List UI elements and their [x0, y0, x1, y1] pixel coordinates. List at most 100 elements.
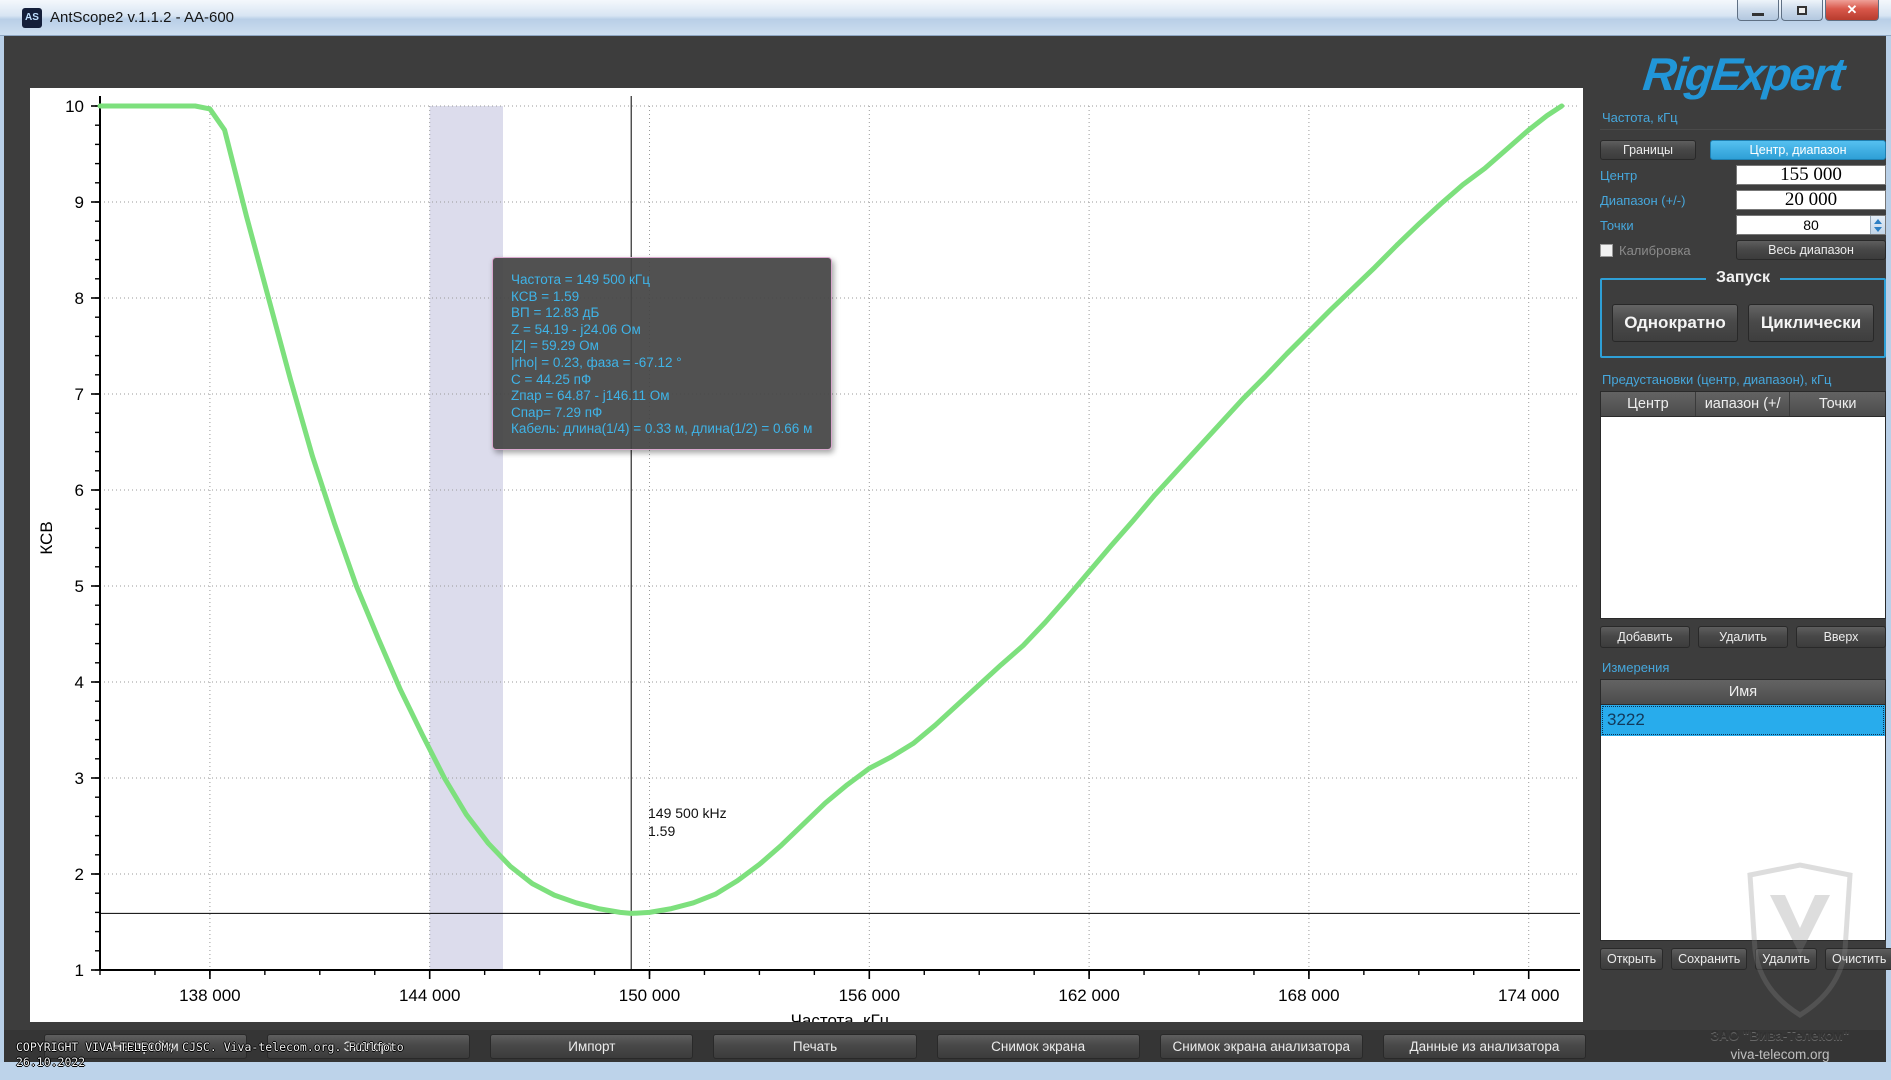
points-label: Точки [1600, 218, 1634, 233]
tab-label: Z=R||+jX [29, 49, 69, 82]
svg-text:5: 5 [75, 577, 84, 596]
cursor-frequency-label: 149 500 kHz [648, 804, 727, 822]
frequency-section-title: Частота, кГц [1602, 110, 1884, 125]
measurement-row[interactable]: 3222 [1601, 705, 1885, 736]
tooltip-line: Частота = 149 500 кГц [511, 272, 831, 289]
full-range-button[interactable]: Весь диапазон [1736, 240, 1886, 260]
tooltip-line: |Z| = 59.29 Ом [511, 338, 831, 355]
tab-label: Z=R+jX [26, 49, 66, 82]
toolbar-button[interactable]: Печать [713, 1034, 916, 1059]
column-header[interactable]: Точки [1790, 392, 1885, 416]
svg-text:174 000: 174 000 [1498, 986, 1559, 1005]
run-group: Запуск Однократно Циклически [1600, 278, 1886, 358]
copyright-line1: COPYRIGHT VIVA-TELECOM, CJSC. Viva-telec… [16, 1040, 404, 1055]
span-label: Диапазон (+/-) [1600, 193, 1685, 208]
calibration-checkbox[interactable] [1600, 244, 1613, 257]
column-header[interactable]: иапазон (+/ [1696, 392, 1791, 416]
svg-text:1: 1 [75, 961, 84, 980]
svg-text:10: 10 [65, 97, 84, 116]
measurement-button[interactable]: Сохранить [1671, 948, 1747, 970]
center-label: Центр [1600, 168, 1637, 183]
window-title: AntScope2 v.1.1.2 - AA-600 [50, 9, 234, 26]
bounds-button[interactable]: Границы [1600, 140, 1696, 160]
copyright-line2: 26.10.2022 [16, 1055, 404, 1070]
tooltip-line: |rho| = 0.23, фаза = -67.12 ° [511, 355, 831, 372]
title-bar: AS AntScope2 v.1.1.2 - AA-600 ✕ [0, 0, 1891, 36]
tab-label: Смит [38, 49, 78, 82]
toolbar-button[interactable]: Импорт [490, 1034, 693, 1059]
tooltip-line: КСВ = 1.59 [511, 289, 831, 306]
column-header[interactable]: Центр [1601, 392, 1696, 416]
points-input[interactable]: 80 [1736, 215, 1886, 235]
svg-text:9: 9 [75, 193, 84, 212]
tooltip-line: Спар= 7.29 пФ [511, 405, 831, 422]
svg-text:144 000: 144 000 [399, 986, 460, 1005]
tab-bar: КСВФазаZ=R+jXZ=R||+jXВПРефлектометрСмит [18, 47, 36, 81]
svg-text:162 000: 162 000 [1058, 986, 1119, 1005]
column-header[interactable]: Имя [1601, 680, 1885, 704]
viva-telecom-shield-icon [1740, 860, 1860, 1020]
spin-down-icon [1874, 227, 1882, 232]
svg-text:2: 2 [75, 865, 84, 884]
rigexpert-logo: RigExpert [1597, 46, 1889, 104]
brand-line2: viva-telecom.org [1680, 1047, 1880, 1062]
center-span-button[interactable]: Центр, диапазон [1710, 140, 1886, 160]
frequency-group: Границы Центр, диапазон Центр 155 000 Ди… [1600, 129, 1886, 260]
tooltip-line: Zпар = 64.87 - j146.11 Ом [511, 388, 831, 405]
tooltip-line: Z = 54.19 - j24.06 Ом [511, 322, 831, 339]
tab-label: Фаза [23, 49, 63, 82]
svg-text:КСВ: КСВ [37, 521, 56, 554]
svg-text:4: 4 [75, 673, 84, 692]
svg-text:3: 3 [75, 769, 84, 788]
cursor-annotation: 149 500 kHz 1.59 [648, 804, 727, 840]
brand-line1: ЗАО "Вива-Телеком" [1680, 1028, 1880, 1043]
svg-text:7: 7 [75, 385, 84, 404]
presets-table-header: Центриапазон (+/Точки [1601, 392, 1885, 417]
toolbar-button[interactable]: Снимок экрана анализатора [1160, 1034, 1363, 1059]
points-spinner[interactable] [1870, 216, 1885, 234]
maximize-icon [1797, 6, 1807, 15]
minimize-button[interactable] [1737, 0, 1779, 21]
application-window: AS AntScope2 v.1.1.2 - AA-600 ✕ КСВФазаZ… [0, 0, 1891, 1080]
svg-text:156 000: 156 000 [839, 986, 900, 1005]
center-input[interactable]: 155 000 [1736, 165, 1886, 185]
svg-text:8: 8 [75, 289, 84, 308]
presets-table-body[interactable] [1601, 417, 1885, 618]
maximize-button[interactable] [1781, 0, 1823, 21]
tooltip-line: C = 44.25 пФ [511, 372, 831, 389]
calibration-label: Калибровка [1619, 243, 1691, 258]
measurement-button[interactable]: Открыть [1600, 948, 1663, 970]
cursor-swr-label: 1.59 [648, 822, 727, 840]
spin-up-icon [1874, 219, 1882, 224]
copyright-watermark: COPYRIGHT VIVA-TELECOM, CJSC. Viva-telec… [16, 1040, 404, 1070]
measurement-tooltip: Частота = 149 500 кГцКСВ = 1.59ВП = 12.8… [492, 257, 832, 450]
tooltip-line: ВП = 12.83 дБ [511, 305, 831, 322]
brand-watermark: ЗАО "Вива-Телеком" viva-telecom.org [1680, 1028, 1880, 1062]
svg-text:6: 6 [75, 481, 84, 500]
app-icon: AS [22, 8, 42, 28]
run-cyclic-button[interactable]: Циклически [1748, 304, 1874, 342]
svg-text:138 000: 138 000 [179, 986, 240, 1005]
svg-text:150 000: 150 000 [619, 986, 680, 1005]
minimize-icon [1752, 13, 1764, 16]
tab-label: КСВ [20, 49, 60, 82]
span-input[interactable]: 20 000 [1736, 190, 1886, 210]
svg-text:168 000: 168 000 [1278, 986, 1339, 1005]
close-icon: ✕ [1847, 2, 1858, 18]
presets-buttons: Добавить Удалить Вверх [1600, 626, 1886, 648]
run-group-title: Запуск [1706, 269, 1780, 287]
close-button[interactable]: ✕ [1825, 0, 1879, 21]
preset-button[interactable]: Вверх [1796, 626, 1886, 648]
chart-panel[interactable]: 138 000 144 000 150 000 156 000 162 000 168 0… [30, 88, 1583, 1022]
toolbar-button[interactable]: Данные из анализатора [1383, 1034, 1586, 1059]
preset-button[interactable]: Удалить [1698, 626, 1788, 648]
preset-button[interactable]: Добавить [1600, 626, 1690, 648]
tooltip-line: Кабель: длина(1/4) = 0.33 м, длина(1/2) … [511, 421, 831, 438]
tab-label: ВП [32, 49, 72, 82]
svg-text:Частота, кГц: Частота, кГц [791, 1011, 890, 1022]
measurements-section-title: Измерения [1602, 660, 1884, 675]
presets-table[interactable]: Центриапазон (+/Точки [1600, 391, 1886, 619]
swr-chart[interactable]: 138 000 144 000 150 000 156 000 162 000 168 0… [30, 88, 1583, 1027]
run-single-button[interactable]: Однократно [1612, 304, 1738, 342]
toolbar-button[interactable]: Снимок экрана [937, 1034, 1140, 1059]
